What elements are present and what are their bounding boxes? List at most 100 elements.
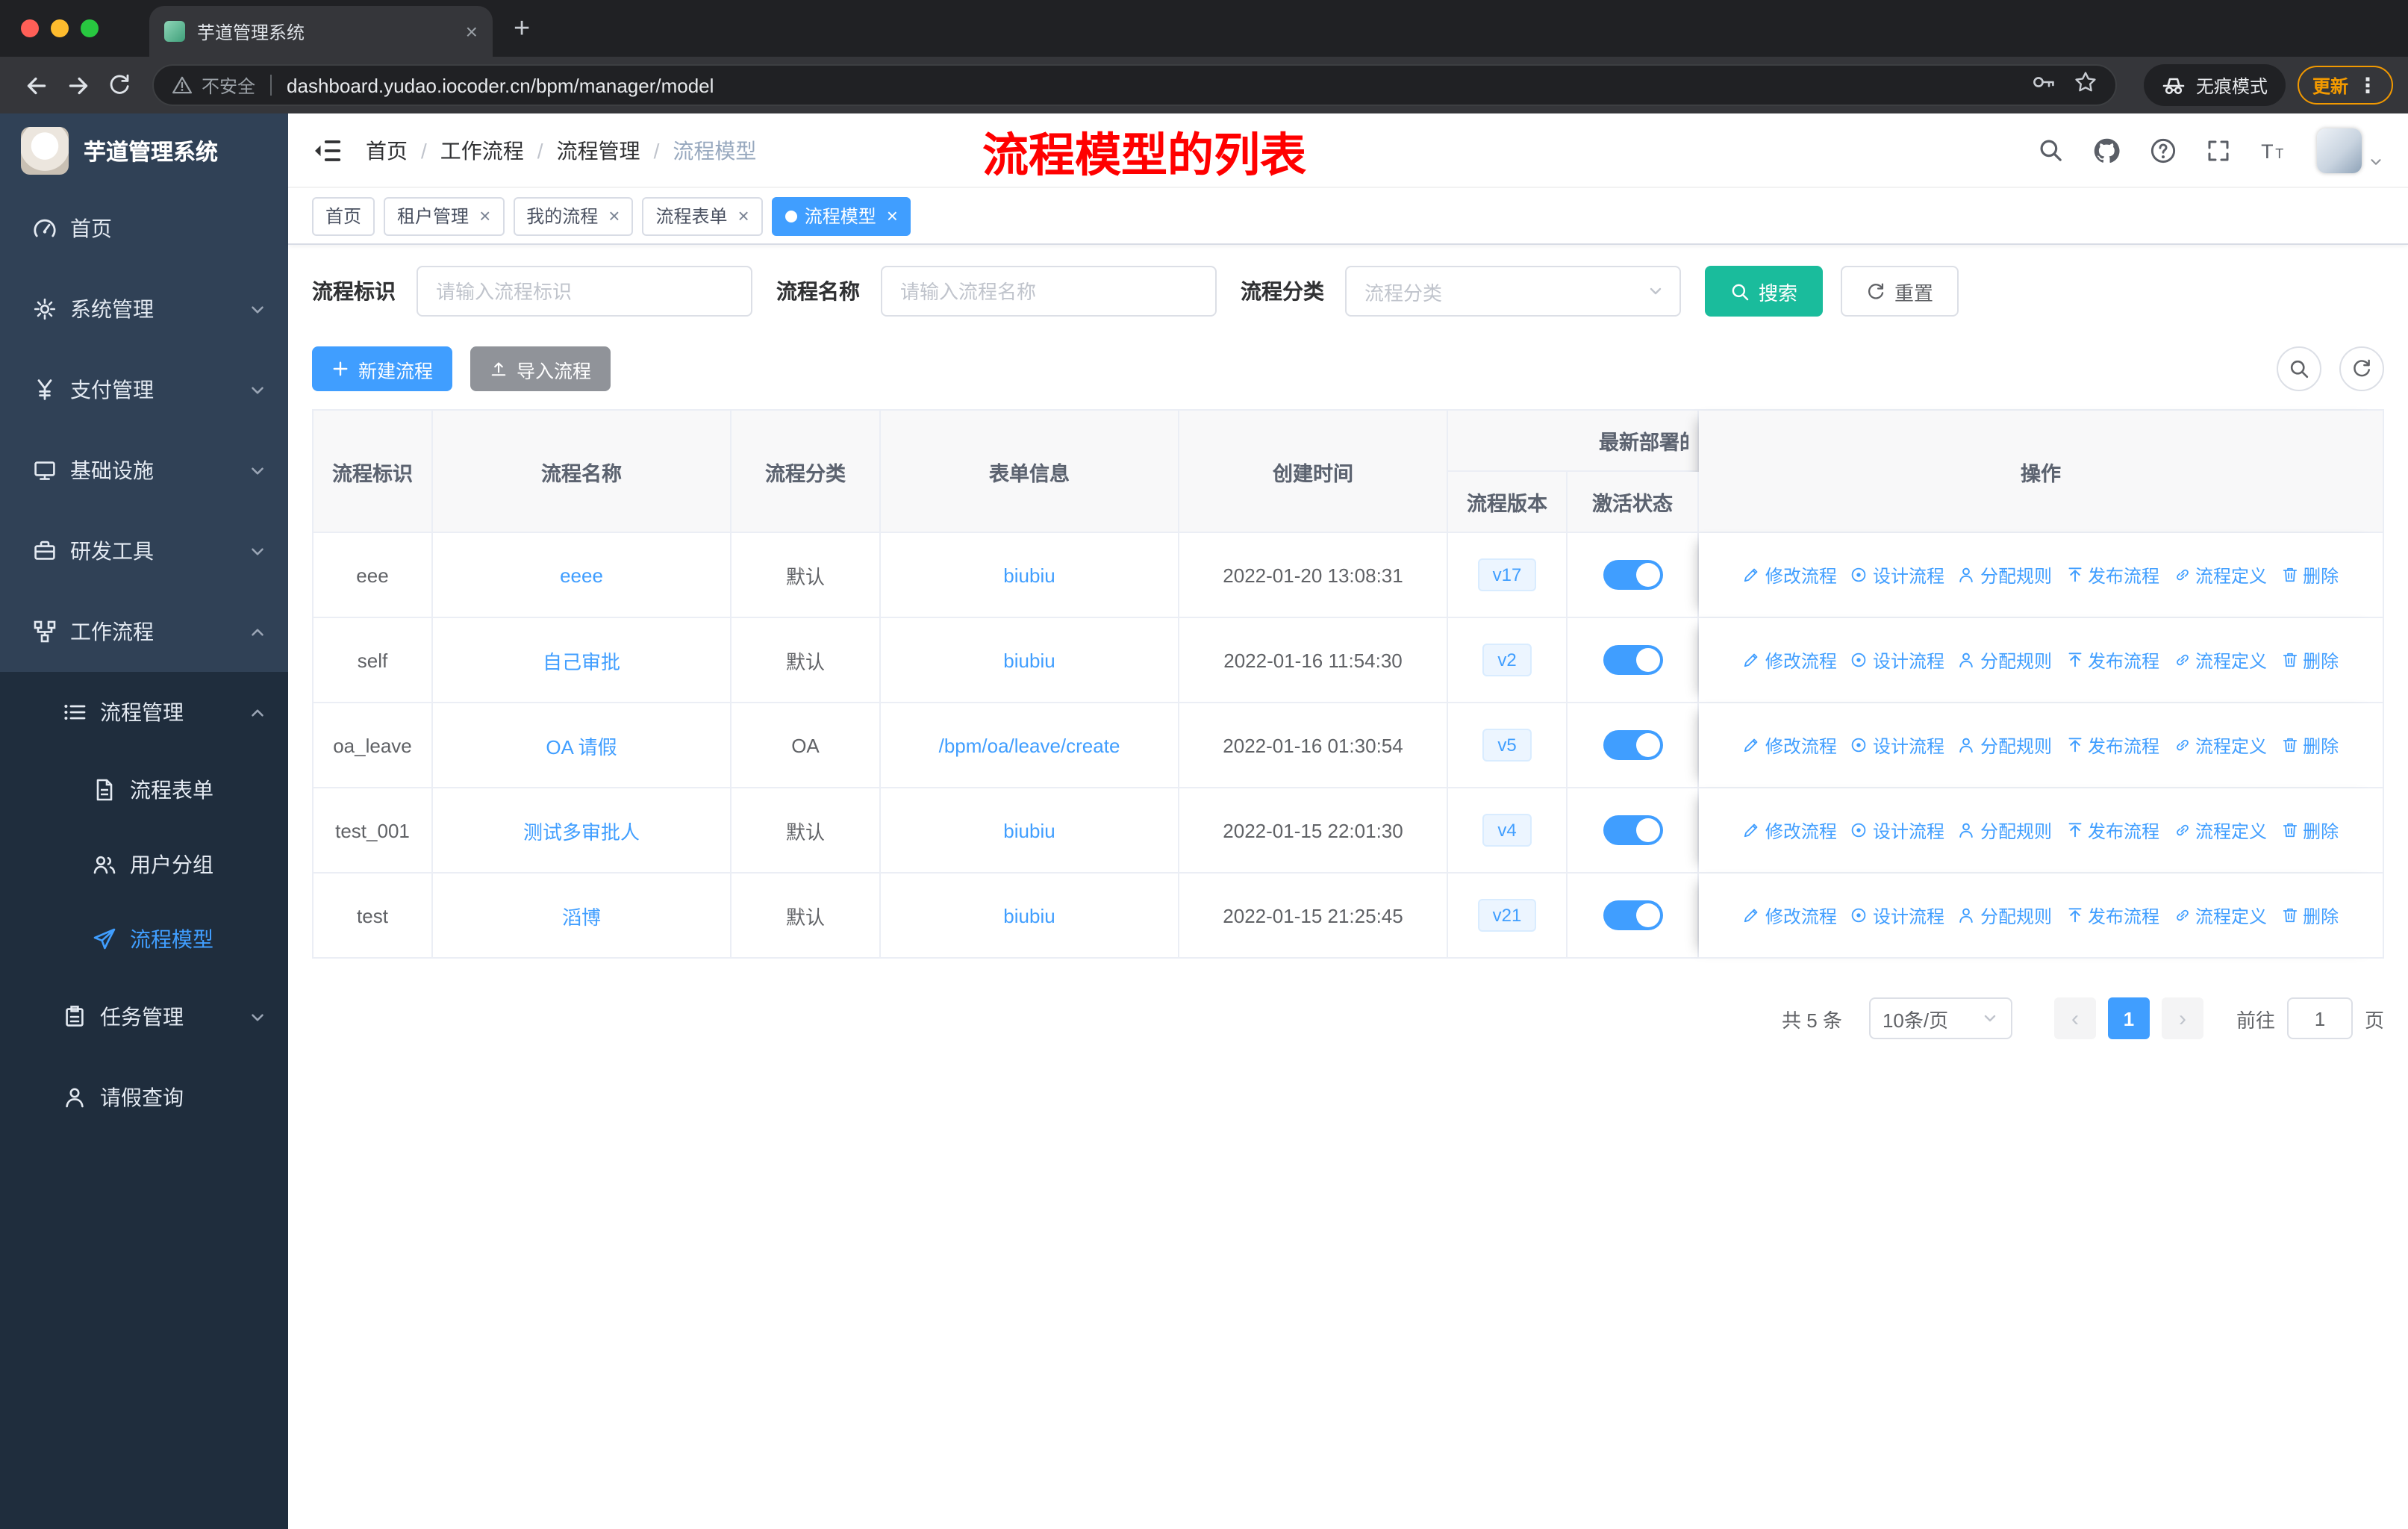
tag-tenant-management[interactable]: 租户管理 ×	[384, 196, 505, 235]
close-icon[interactable]: ×	[479, 206, 490, 225]
bookmark-star-icon[interactable]	[2074, 69, 2097, 101]
browser-menu-icon[interactable]: ⋮	[2357, 72, 2378, 98]
github-icon[interactable]	[2093, 137, 2120, 164]
design-process-link[interactable]: 设计流程	[1850, 562, 1944, 588]
active-toggle[interactable]	[1603, 645, 1662, 675]
active-toggle[interactable]	[1603, 900, 1662, 930]
process-id-input[interactable]	[417, 266, 752, 317]
forward-button[interactable]	[57, 64, 99, 106]
modify-process-link[interactable]: 修改流程	[1743, 732, 1837, 758]
process-definition-link[interactable]: 流程定义	[2173, 647, 2267, 673]
process-name-link[interactable]: 自己审批	[543, 650, 620, 673]
process-name-input[interactable]	[881, 266, 1217, 317]
assign-rule-link[interactable]: 分配规则	[1958, 818, 2052, 843]
design-process-link[interactable]: 设计流程	[1850, 732, 1944, 758]
active-toggle[interactable]	[1603, 815, 1662, 845]
back-button[interactable]	[15, 64, 57, 106]
window-close-button[interactable]	[21, 19, 39, 37]
breadcrumb-home[interactable]: 首页	[366, 135, 408, 165]
window-zoom-button[interactable]	[81, 19, 99, 37]
active-toggle[interactable]	[1603, 560, 1662, 590]
sidebar-collapse-icon[interactable]	[312, 135, 342, 165]
process-definition-link[interactable]: 流程定义	[2173, 903, 2267, 928]
active-toggle[interactable]	[1603, 730, 1662, 760]
process-definition-link[interactable]: 流程定义	[2173, 732, 2267, 758]
assign-rule-link[interactable]: 分配规则	[1958, 562, 2052, 588]
font-size-icon[interactable]	[2260, 137, 2287, 164]
delete-link[interactable]: 删除	[2280, 732, 2339, 758]
delete-link[interactable]: 删除	[2280, 818, 2339, 843]
address-bar[interactable]: 不安全 dashboard.yudao.iocoder.cn/bpm/manag…	[152, 64, 2117, 106]
form-info-link[interactable]: /bpm/oa/leave/create	[939, 734, 1120, 756]
current-page-button[interactable]: 1	[2107, 997, 2150, 1039]
close-icon[interactable]: ×	[608, 206, 620, 225]
breadcrumb-process-management[interactable]: 流程管理	[557, 135, 640, 165]
modify-process-link[interactable]: 修改流程	[1743, 647, 1837, 673]
sidebar-item-process-management[interactable]: 流程管理	[0, 672, 288, 753]
delete-link[interactable]: 删除	[2280, 562, 2339, 588]
process-name-link[interactable]: 测试多审批人	[523, 820, 640, 843]
reset-button[interactable]: 重置	[1841, 266, 1959, 317]
goto-page-input[interactable]	[2286, 997, 2353, 1039]
design-process-link[interactable]: 设计流程	[1850, 903, 1944, 928]
publish-process-link[interactable]: 发布流程	[2065, 732, 2159, 758]
delete-link[interactable]: 删除	[2280, 903, 2339, 928]
reload-button[interactable]	[99, 64, 140, 106]
modify-process-link[interactable]: 修改流程	[1743, 903, 1837, 928]
sidebar-item-workflow[interactable]: 工作流程	[0, 591, 288, 672]
tag-process-form[interactable]: 流程表单 ×	[642, 196, 763, 235]
prev-page-button[interactable]: ‹	[2053, 997, 2096, 1039]
modify-process-link[interactable]: 修改流程	[1743, 562, 1837, 588]
page-size-select[interactable]: 10条/页	[1868, 997, 2012, 1039]
process-name-link[interactable]: eeee	[560, 564, 603, 586]
publish-process-link[interactable]: 发布流程	[2065, 562, 2159, 588]
delete-link[interactable]: 删除	[2280, 647, 2339, 673]
publish-process-link[interactable]: 发布流程	[2065, 818, 2159, 843]
tag-home[interactable]: 首页	[312, 196, 375, 235]
close-icon[interactable]: ×	[887, 206, 898, 225]
tag-process-model[interactable]: 流程模型 ×	[771, 196, 911, 235]
sidebar-item-home[interactable]: 首页	[0, 188, 288, 269]
sidebar-item-process-form[interactable]: 流程表单	[0, 753, 288, 827]
password-key-icon[interactable]	[2032, 69, 2056, 101]
assign-rule-link[interactable]: 分配规则	[1958, 903, 2052, 928]
sidebar-item-process-model[interactable]: 流程模型	[0, 902, 288, 977]
assign-rule-link[interactable]: 分配规则	[1958, 647, 2052, 673]
design-process-link[interactable]: 设计流程	[1850, 818, 1944, 843]
process-name-link[interactable]: 滔博	[562, 906, 601, 928]
close-icon[interactable]: ×	[738, 206, 749, 225]
publish-process-link[interactable]: 发布流程	[2065, 647, 2159, 673]
help-icon[interactable]	[2150, 137, 2177, 164]
refresh-table-button[interactable]	[2339, 346, 2384, 391]
tag-my-process[interactable]: 我的流程 ×	[513, 196, 634, 235]
user-menu[interactable]	[2317, 128, 2384, 172]
sidebar-item-devtools[interactable]: 研发工具	[0, 511, 288, 591]
process-definition-link[interactable]: 流程定义	[2173, 562, 2267, 588]
sidebar-item-user-group[interactable]: 用户分组	[0, 827, 288, 902]
process-definition-link[interactable]: 流程定义	[2173, 818, 2267, 843]
browser-tab[interactable]: 芋道管理系统 ×	[149, 6, 493, 57]
tab-close-icon[interactable]: ×	[466, 21, 478, 42]
app-logo[interactable]: 芋道管理系统	[0, 113, 288, 188]
form-info-link[interactable]: biubiu	[1003, 649, 1055, 671]
toggle-search-button[interactable]	[2277, 346, 2321, 391]
header-search-icon[interactable]	[2038, 137, 2063, 163]
window-minimize-button[interactable]	[51, 19, 69, 37]
form-info-link[interactable]: biubiu	[1003, 564, 1055, 586]
browser-update-button[interactable]: 更新 ⋮	[2297, 66, 2393, 105]
sidebar-item-leave-query[interactable]: 请假查询	[0, 1057, 288, 1138]
sidebar-item-system[interactable]: 系统管理	[0, 269, 288, 349]
assign-rule-link[interactable]: 分配规则	[1958, 732, 2052, 758]
fullscreen-icon[interactable]	[2206, 138, 2230, 162]
form-info-link[interactable]: biubiu	[1003, 904, 1055, 927]
sidebar-item-task-management[interactable]: 任务管理	[0, 977, 288, 1057]
modify-process-link[interactable]: 修改流程	[1743, 818, 1837, 843]
create-process-button[interactable]: 新建流程	[312, 346, 453, 391]
sidebar-item-payment[interactable]: 支付管理	[0, 349, 288, 430]
publish-process-link[interactable]: 发布流程	[2065, 903, 2159, 928]
process-category-select[interactable]: 流程分类	[1345, 266, 1681, 317]
import-process-button[interactable]: 导入流程	[470, 346, 611, 391]
design-process-link[interactable]: 设计流程	[1850, 647, 1944, 673]
next-page-button[interactable]: ›	[2161, 997, 2203, 1039]
search-button[interactable]: 搜索	[1705, 266, 1824, 317]
